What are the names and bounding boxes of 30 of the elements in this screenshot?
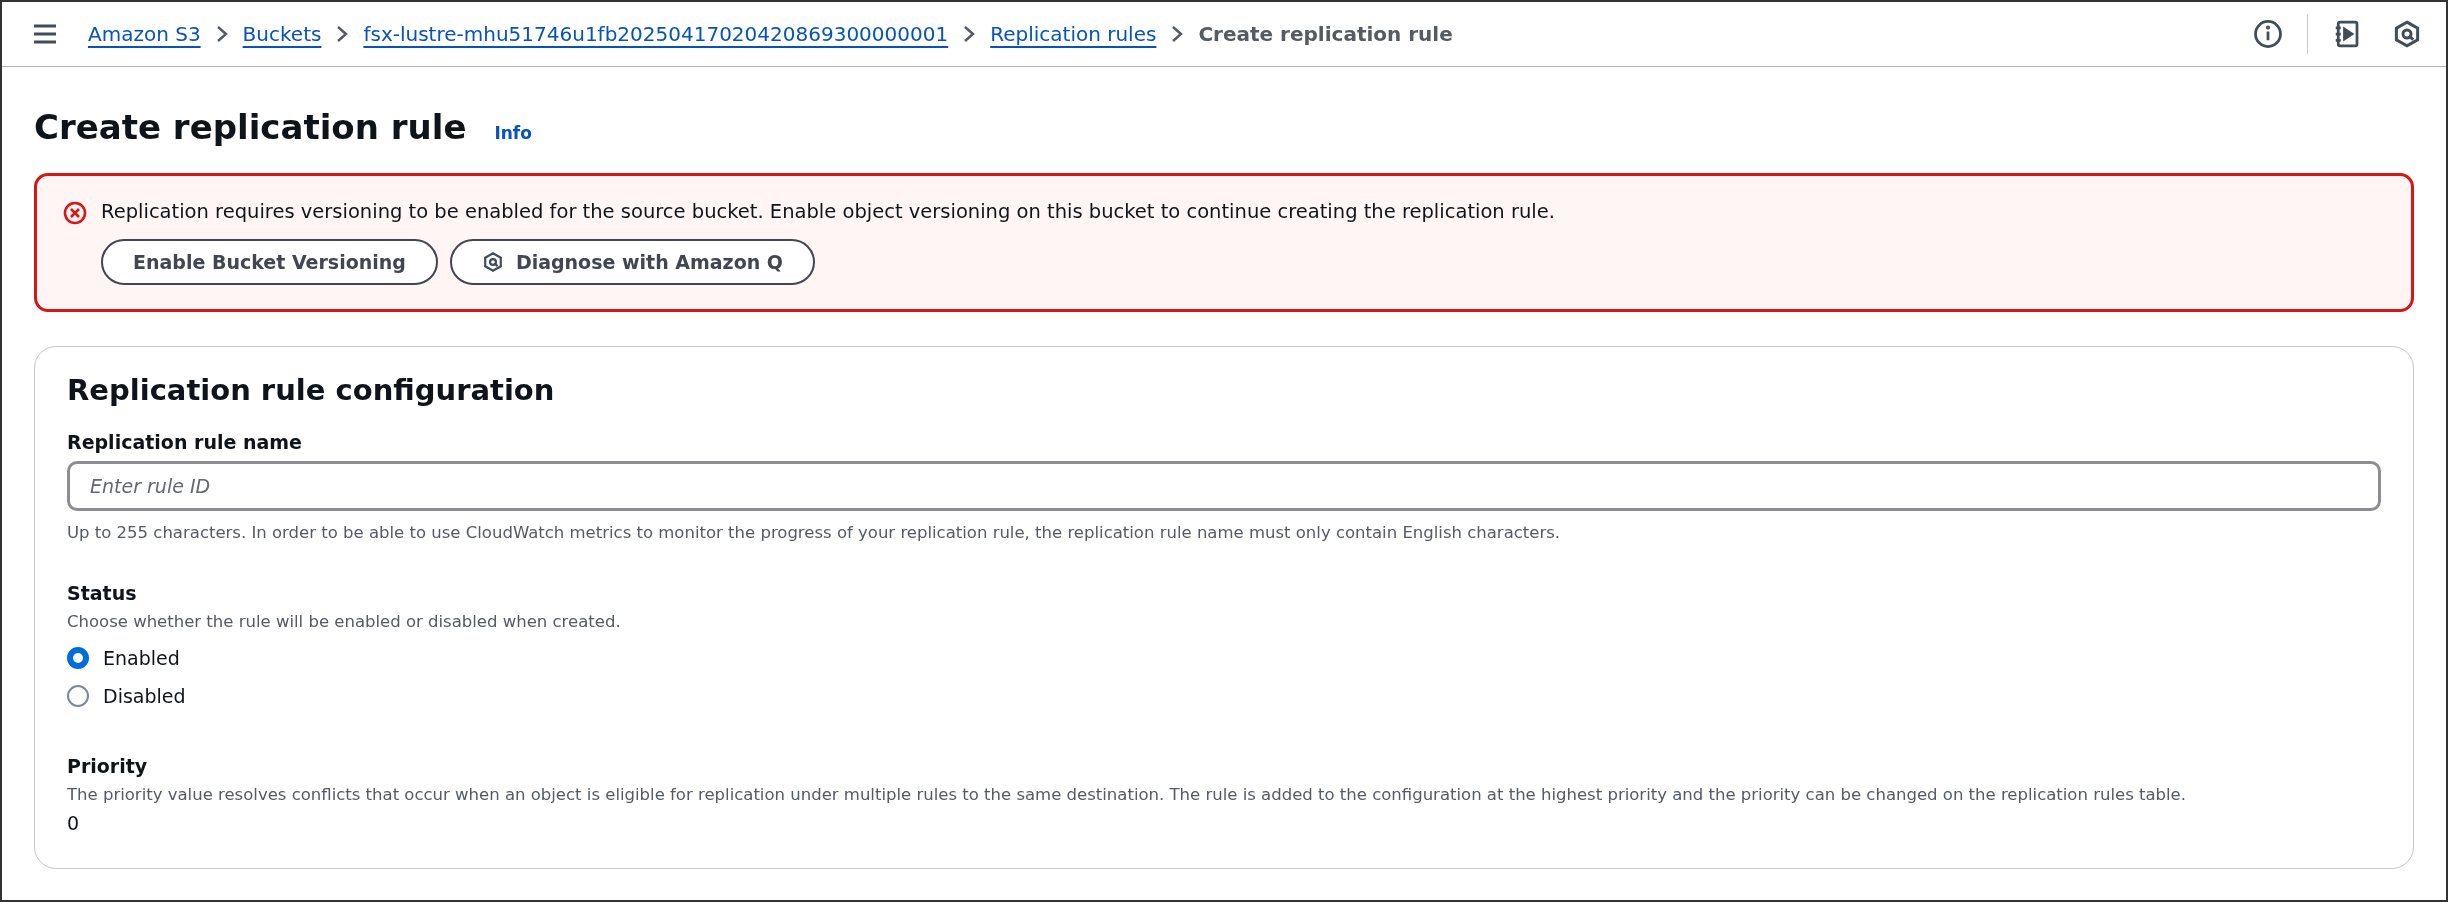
radio-button[interactable] [67,647,89,669]
priority-value: 0 [67,812,81,834]
info-icon[interactable] [2253,19,2283,49]
field-description: The priority value resolves conflicts that occur when an object is eligible for replication under multiple rules to the same destination. The rule is added to the configuration at the highest priority and the priority can be changed on the replication rules table. [67,785,2188,804]
page-title: Create replication rule [34,107,467,147]
field-label: Status [67,582,138,604]
hexagon-icon [2392,19,2422,49]
alert-message: Replication requires versioning to be enabled for the source bucket. Enable object versioning on this bucket to continue creating the replication rule. [101,200,1555,223]
breadcrumb-link[interactable]: Replication rules [990,22,1157,46]
radio-button[interactable] [67,685,89,707]
breadcrumb-link[interactable]: Buckets [242,22,322,46]
field-hint: Up to 255 characters. In order to be able to use CloudWatch metrics to monitor the progress of your replication rule, the replication rule name must only contain English characters. [67,523,1562,542]
field-label: Replication rule name [67,431,303,453]
error-icon [63,201,87,225]
panel-title: Replication rule configuration [67,373,556,407]
field-description: Choose whether the rule will be enabled or disabled when created. [67,612,622,631]
chevron-icon [335,25,350,43]
chevron-icon [1170,25,1185,43]
info-link[interactable]: Info [494,123,532,143]
rule-name-field[interactable]: Enter rule ID [67,461,2381,511]
menu-icon[interactable] [32,23,58,45]
alert-button[interactable]: Diagnose with Amazon Q [449,239,815,285]
chevron-icon [962,25,977,43]
breadcrumb-link[interactable]: fsx-lustre-mhu51746u1fb20250417020420869300000001 [363,22,949,46]
breadcrumb-link[interactable]: Amazon S3 [88,22,201,46]
radio-label: Disabled [103,685,186,707]
hexagon-icon [481,251,504,273]
alert-button[interactable]: Enable Bucket Versioning [101,239,438,285]
radio-label: Enabled [103,647,180,669]
field-label: Priority [67,755,149,777]
